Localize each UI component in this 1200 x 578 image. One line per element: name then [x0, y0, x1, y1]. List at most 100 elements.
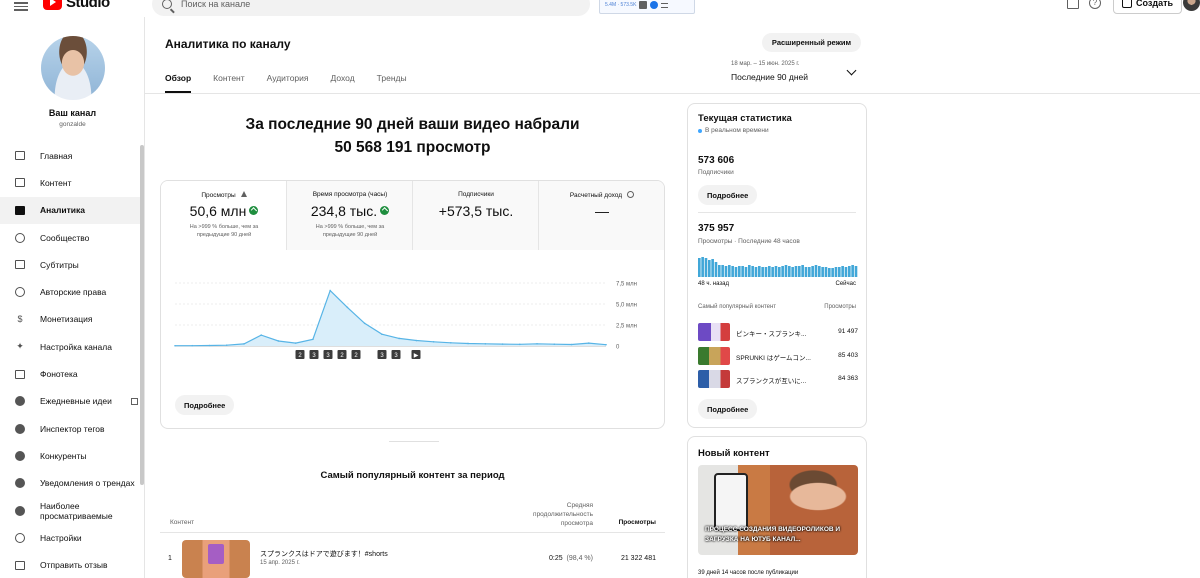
extension-menu-icon[interactable]	[661, 2, 669, 8]
video-title[interactable]: スプランクスが互いに...	[736, 375, 822, 385]
views-chart[interactable]: 7,5 млн5,0 млн2,5 млн02332233▶18 мар. ..…	[161, 250, 665, 362]
chevron-down-icon[interactable]	[846, 65, 857, 76]
spark-bar	[791, 267, 794, 277]
help-icon[interactable]: ?	[1089, 0, 1101, 9]
sidebar-item-2[interactable]: Аналитика	[0, 196, 140, 224]
metric-revenue[interactable]: Расчетный доход —	[539, 181, 664, 250]
sidebar-item-15[interactable]: Отправить отзыв	[0, 551, 140, 578]
video-avg-duration: 0:25 (98,4 %)	[549, 555, 593, 562]
chart-more-button[interactable]: Подробнее	[175, 395, 235, 415]
video-thumbnail[interactable]	[698, 370, 730, 388]
youtube-studio-logo[interactable]: Studio	[43, 0, 110, 11]
dollar-icon: $	[17, 314, 23, 325]
sidebar-scrollbar[interactable]	[140, 145, 144, 485]
data-point	[519, 343, 521, 346]
new-content-thumbnail[interactable]: ПРОЦЕСС СОЗДАНИЯ ВИДЕОРОЛИКОВ И ЗАГРУЗКА…	[698, 465, 858, 555]
realtime-divider	[698, 212, 856, 213]
sidebar-item-label: Контент	[40, 177, 72, 188]
sidebar-item-7[interactable]: ✦ Настройка канала	[0, 333, 140, 360]
customization-icon: ✦	[16, 341, 24, 352]
spark-bar	[851, 265, 854, 277]
date-range-text[interactable]: 18 мар. – 15 июн. 2025 г.	[731, 61, 799, 67]
channel-avatar[interactable]	[41, 36, 105, 100]
spark-bar	[848, 266, 851, 277]
spark-bar	[731, 266, 734, 277]
sidebar-item-14[interactable]: Настройки	[0, 524, 140, 551]
sidebar-item-0[interactable]: Главная	[0, 142, 140, 169]
sidebar-item-5[interactable]: Авторские права	[0, 278, 140, 305]
spark-bar	[738, 266, 741, 277]
create-button[interactable]: Создать	[1113, 0, 1183, 14]
column-header-views[interactable]: Просмотры	[600, 519, 656, 526]
date-period-select[interactable]: Последние 90 дней	[731, 72, 808, 82]
video-views: 84 363	[838, 375, 858, 382]
spark-bar	[771, 267, 774, 277]
sidebar-item-1[interactable]: Контент	[0, 169, 140, 196]
info-icon[interactable]	[627, 191, 635, 198]
sidebar-nav: Главная Контент Аналитика Сообщество Субтитр…	[0, 142, 140, 578]
sidebar-item-12[interactable]: Уведомления о трендах	[0, 470, 140, 497]
table-header-divider	[160, 532, 665, 533]
video-title[interactable]: SPRUNKI はゲームコン...	[736, 352, 822, 362]
sidebar-item-3[interactable]: Сообщество	[0, 224, 140, 251]
spark-bar	[838, 267, 841, 277]
video-thumbnail[interactable]	[182, 540, 250, 578]
spark-bar	[854, 266, 858, 277]
extension-circle-icon[interactable]	[650, 1, 659, 9]
spark-bar	[788, 266, 791, 277]
realtime-views-value: 375 957	[698, 223, 735, 234]
list-item[interactable]: SPRUNKI はゲームコン... 85 403	[698, 347, 858, 365]
extension-icon[interactable]	[639, 1, 648, 9]
realtime-more-button-2[interactable]: Подробнее	[698, 399, 758, 419]
extension-widget[interactable]: 5.4M · 573.5K	[599, 0, 695, 14]
sidebar-item-6[interactable]: $ Монетизация	[0, 306, 140, 333]
realtime-more-button[interactable]: Подробнее	[698, 185, 758, 205]
extension-icon	[15, 505, 25, 516]
data-point	[570, 343, 573, 346]
sidebar-item-label: Отправить отзыв	[40, 560, 108, 571]
external-link-icon[interactable]	[130, 397, 138, 405]
tab-revenue[interactable]: Доход	[331, 73, 355, 93]
menu-icon[interactable]	[14, 0, 28, 12]
realtime-sparkline[interactable]	[698, 255, 858, 277]
tab-content[interactable]: Контент	[213, 73, 245, 93]
metric-watch-time[interactable]: Время просмотра (часы) 234,8 тыс. На >99…	[287, 181, 413, 250]
spark-bar	[824, 267, 828, 277]
data-point	[432, 341, 435, 343]
data-point	[501, 343, 504, 345]
account-avatar[interactable]	[1183, 0, 1200, 11]
notes-icon[interactable]	[1067, 0, 1079, 9]
spark-bar	[811, 266, 814, 277]
search-input[interactable]: Поиск на канале	[152, 0, 590, 16]
video-thumbnail[interactable]	[698, 323, 730, 341]
sidebar-item-13[interactable]: Наиболее просматриваемые	[0, 497, 140, 524]
metric-subscribers[interactable]: Подписчики +573,5 тыс.	[413, 181, 539, 250]
spark-bar	[741, 266, 744, 277]
spark-bar	[834, 267, 838, 277]
spark-bar	[761, 267, 764, 277]
sidebar-item-11[interactable]: Конкуренты	[0, 442, 140, 469]
tab-overview[interactable]: Обзор	[165, 73, 192, 93]
advanced-mode-button[interactable]: Расширенный режим	[762, 33, 861, 52]
sidebar-item-8[interactable]: Фонотека	[0, 360, 140, 387]
spark-bar	[698, 258, 701, 277]
spark-bar	[724, 266, 728, 277]
tab-trends[interactable]: Тренды	[377, 73, 407, 93]
phone-image	[714, 473, 748, 531]
list-item[interactable]: ピンキー・スプランキ... 91 497	[698, 323, 858, 341]
top-content-header: Самый популярный контент	[698, 304, 777, 310]
tab-audience[interactable]: Аудитория	[267, 73, 309, 93]
data-point	[243, 343, 245, 345]
metric-views[interactable]: Просмотры 50,6 млн На >999 % больше, чем…	[161, 181, 287, 250]
spark-bar	[734, 267, 738, 277]
metric-tabs: Просмотры 50,6 млн На >999 % больше, чем…	[161, 181, 664, 250]
column-header-avg-duration[interactable]: Средняя продолжительность просмотра	[520, 501, 593, 528]
video-thumbnail[interactable]	[698, 347, 730, 365]
list-item[interactable]: スプランクスが互いに... 84 363	[698, 370, 858, 388]
metric-value: —	[595, 203, 609, 219]
video-title[interactable]: スプランクスはドアで遊びます！#shorts	[260, 549, 388, 559]
sidebar-item-10[interactable]: Инспектор тегов	[0, 415, 140, 442]
video-title[interactable]: ピンキー・スプランキ...	[736, 328, 822, 338]
sidebar-item-4[interactable]: Субтитры	[0, 251, 140, 278]
sidebar-item-9[interactable]: Ежедневные идеи	[0, 388, 140, 415]
